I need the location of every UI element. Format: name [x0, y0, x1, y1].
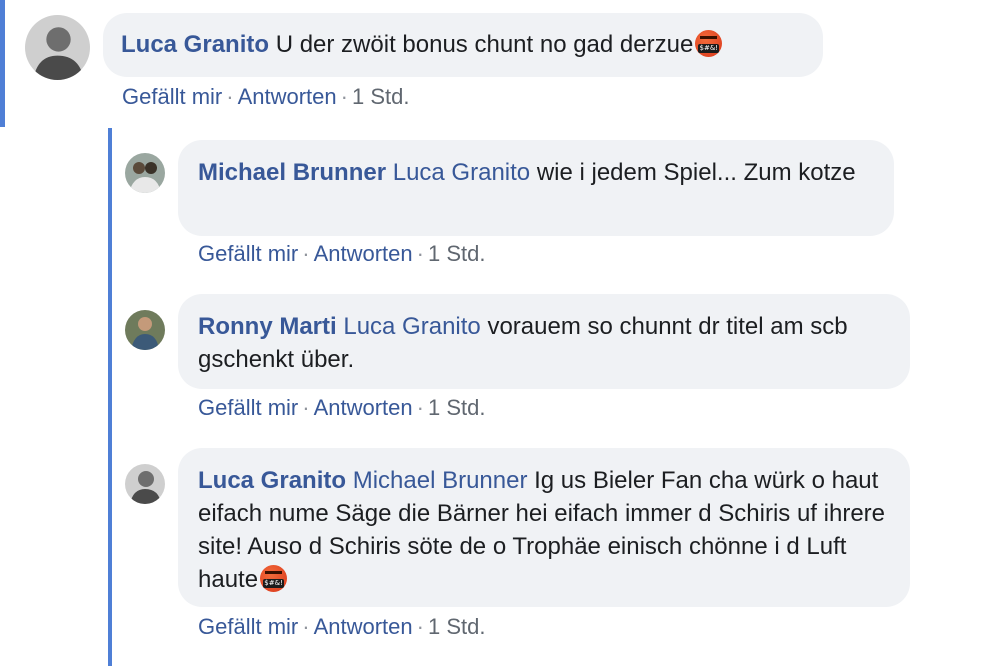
timestamp[interactable]: 1 Std. [428, 395, 485, 420]
reply-link[interactable]: Antworten [314, 241, 413, 266]
comment-author[interactable]: Michael Brunner [198, 159, 386, 186]
comment-author[interactable]: Luca Granito [198, 467, 346, 494]
timestamp[interactable]: 1 Std. [428, 614, 485, 639]
comment-text: wie i jedem Spiel... Zum kotze [536, 159, 856, 186]
comment-bubble: Michael Brunner Luca Granito wie i jedem… [178, 140, 894, 236]
comment-author[interactable]: Luca Granito [121, 31, 269, 58]
mention-link[interactable]: Luca Granito [343, 313, 480, 340]
like-link[interactable]: Gefällt mir [198, 241, 298, 266]
comment-actions: Gefällt mir · Antworten · 1 Std. [198, 395, 486, 420]
mention-link[interactable]: Michael Brunner [353, 467, 528, 494]
timestamp[interactable]: 1 Std. [352, 84, 409, 109]
comment-actions: Gefällt mir · Antworten · 1 Std. [122, 84, 410, 109]
reply-link[interactable]: Antworten [314, 614, 413, 639]
mention-link[interactable]: Luca Granito [393, 159, 530, 186]
angry-censored-emoji-icon: $#&! [260, 565, 288, 592]
comment-text: U der zwöit bonus chunt no gad derzue [275, 31, 694, 58]
comment-actions: Gefällt mir · Antworten · 1 Std. [198, 614, 486, 639]
avatar[interactable] [25, 15, 90, 80]
comment-bubble: Luca Granito U der zwöit bonus chunt no … [103, 13, 823, 77]
avatar[interactable] [125, 464, 165, 504]
avatar[interactable] [125, 153, 165, 193]
reply-link[interactable]: Antworten [238, 84, 337, 109]
angry-censored-emoji-icon: $#&! [695, 30, 723, 57]
comment-bubble: Luca Granito Michael Brunner Ig us Biele… [178, 448, 910, 607]
like-link[interactable]: Gefällt mir [122, 84, 222, 109]
focused-comment-indicator [0, 0, 5, 127]
like-link[interactable]: Gefällt mir [198, 395, 298, 420]
comment-author[interactable]: Ronny Marti [198, 313, 337, 340]
reply-link[interactable]: Antworten [314, 395, 413, 420]
avatar[interactable] [125, 310, 165, 350]
comment-bubble: Ronny Marti Luca Granito vorauem so chun… [178, 294, 910, 389]
timestamp[interactable]: 1 Std. [428, 241, 485, 266]
comment-actions: Gefällt mir · Antworten · 1 Std. [198, 241, 486, 266]
reply-thread-line [108, 128, 112, 666]
like-link[interactable]: Gefällt mir [198, 614, 298, 639]
